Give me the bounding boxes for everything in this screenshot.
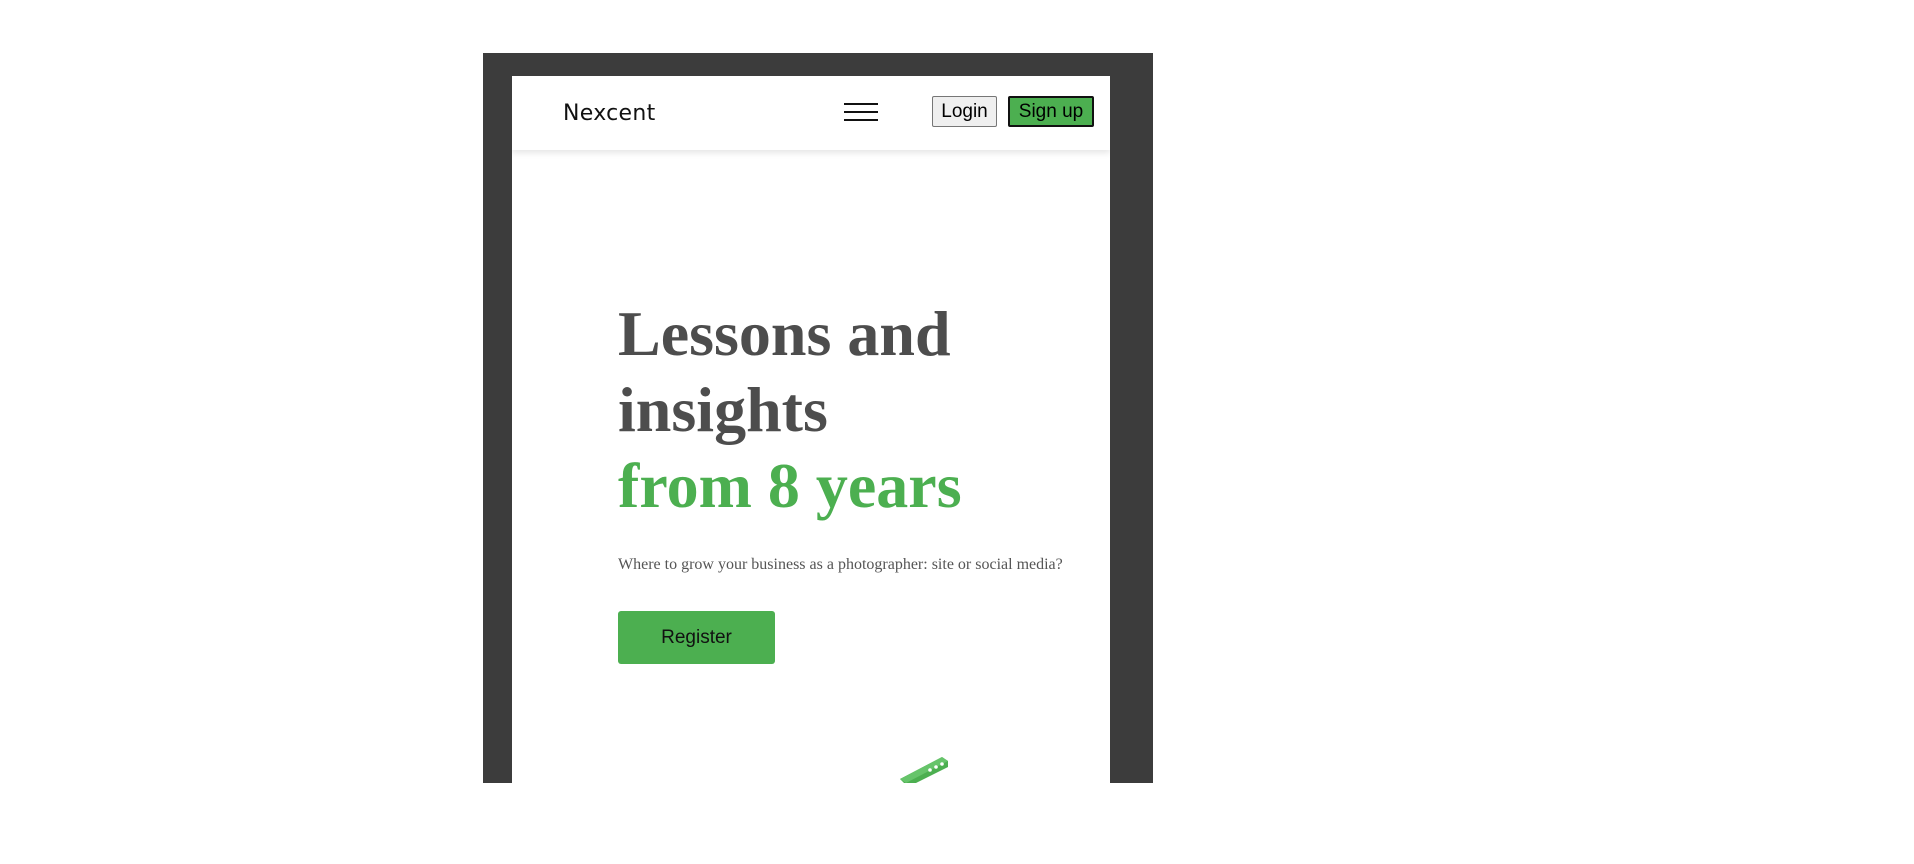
page-viewport: Nexcent Login Sign up Lessons and insight… — [512, 76, 1110, 783]
navbar: Nexcent Login Sign up — [512, 76, 1110, 150]
hamburger-menu-icon[interactable] — [844, 102, 878, 124]
hamburger-line — [844, 119, 878, 121]
login-button[interactable]: Login — [932, 96, 997, 127]
hero-title-line2: insights — [618, 374, 828, 445]
signup-button[interactable]: Sign up — [1008, 96, 1094, 127]
register-button[interactable]: Register — [618, 611, 775, 664]
device-frame: Nexcent Login Sign up Lessons and insight… — [483, 53, 1153, 783]
hero-title-accent: from 8 years — [618, 450, 962, 521]
hamburger-line — [844, 111, 878, 113]
hero-title: Lessons and insights from 8 years — [618, 296, 962, 524]
illustration-dot — [940, 762, 944, 766]
hero-subtitle: Where to grow your business as a photogr… — [618, 556, 1063, 573]
logo[interactable]: Nexcent — [563, 101, 656, 126]
hamburger-line — [844, 103, 878, 105]
illustration-dot — [928, 768, 932, 772]
hero-title-line1: Lessons and — [618, 298, 951, 369]
isometric-illustration — [900, 757, 948, 783]
illustration-dot — [934, 765, 938, 769]
